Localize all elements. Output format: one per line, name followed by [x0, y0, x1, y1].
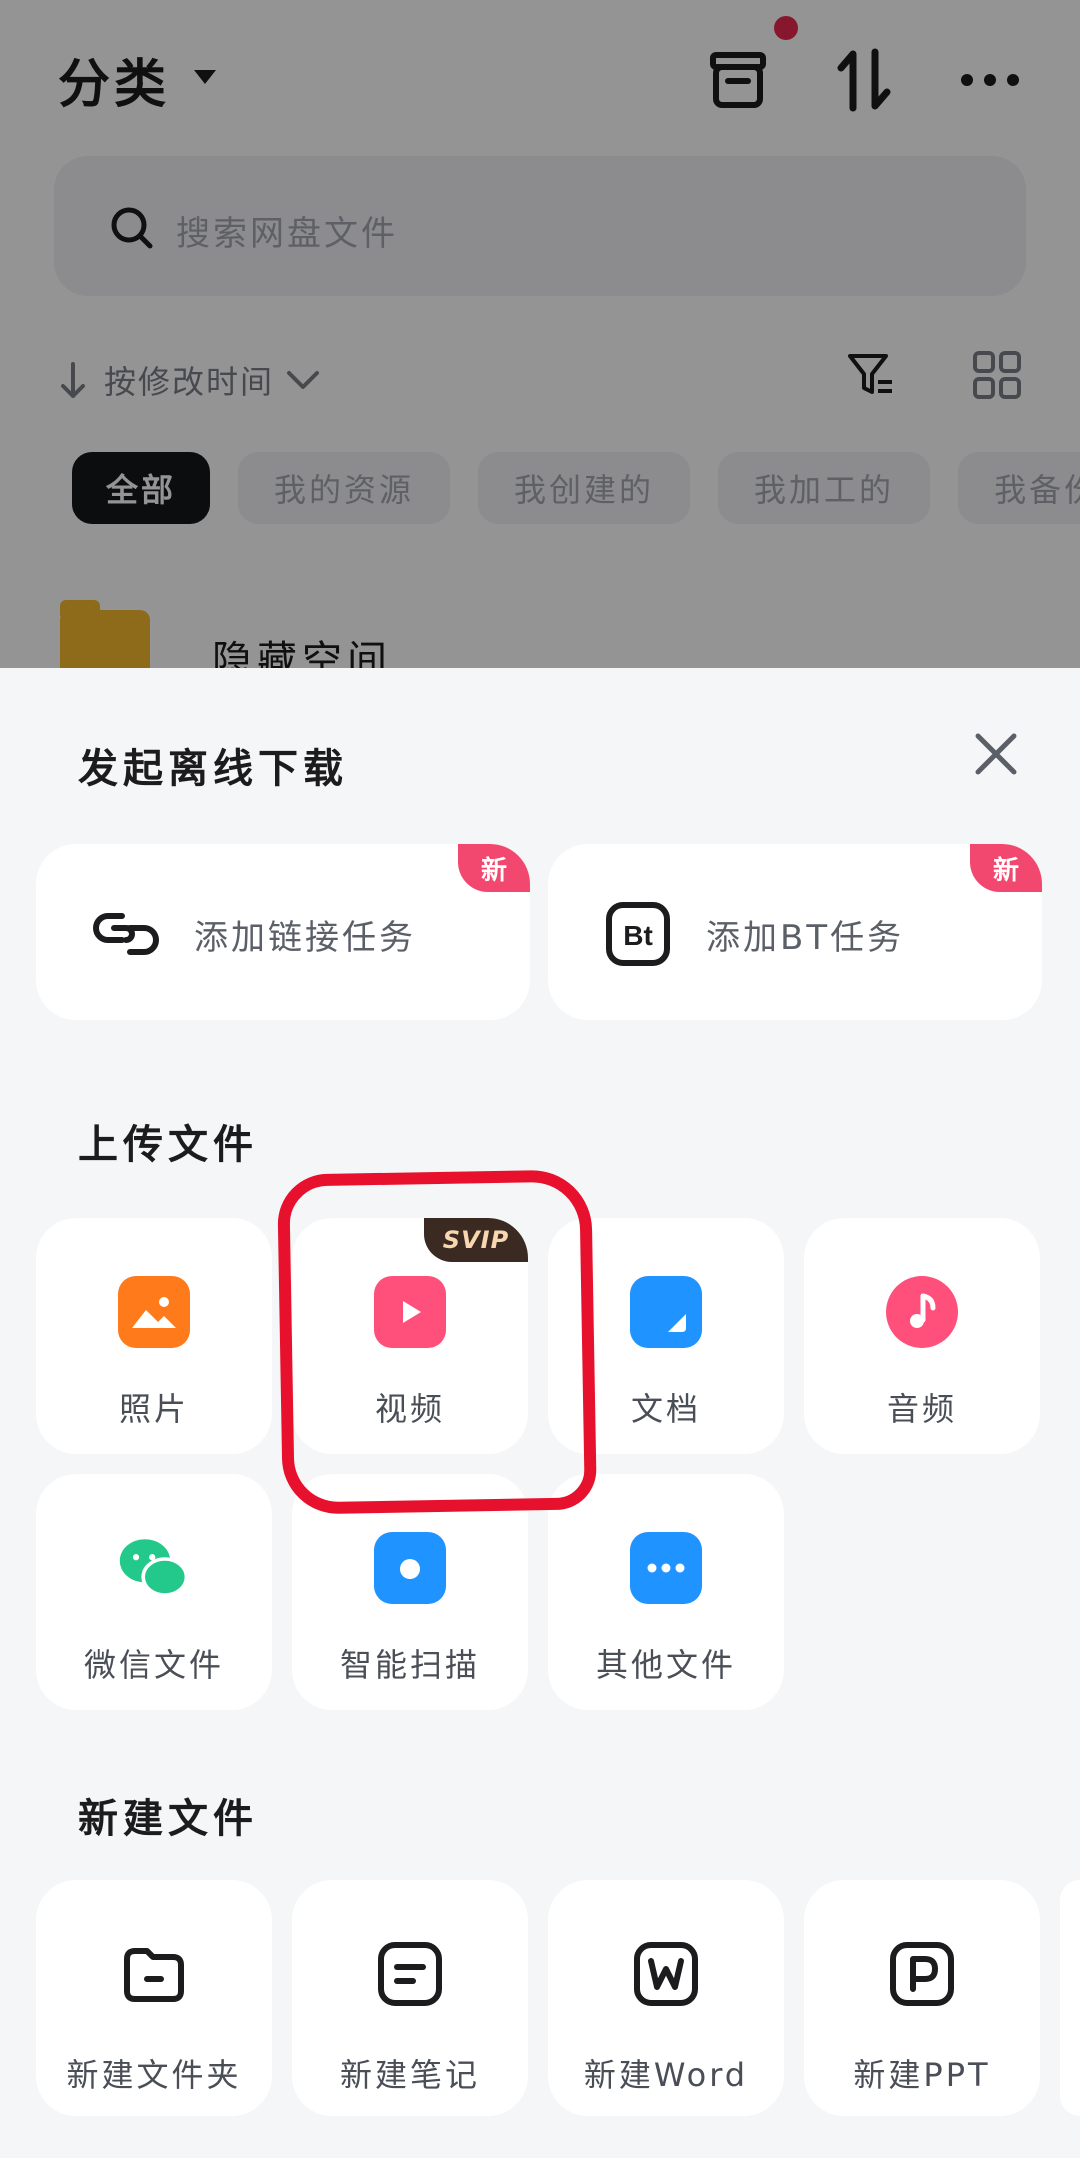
new-word-button[interactable]: 新建Word — [548, 1880, 784, 2116]
new-folder-icon — [118, 1938, 190, 2010]
task-label: 添加BT任务 — [706, 918, 905, 958]
task-label: 添加链接任务 — [194, 918, 416, 958]
tile-label: 新建笔记 — [339, 2056, 480, 2094]
more-files-icon — [630, 1532, 702, 1604]
svg-text:Bt: Bt — [623, 920, 653, 951]
tile-label: 音频 — [886, 1390, 957, 1428]
word-icon — [630, 1938, 702, 2010]
sheet-title: 发起离线下载 — [78, 746, 348, 792]
tile-label: 微信文件 — [83, 1646, 224, 1684]
svip-badge: SVIP — [424, 1218, 528, 1262]
wechat-icon — [118, 1532, 190, 1604]
document-icon — [630, 1276, 702, 1348]
tile-label: 照片 — [118, 1390, 189, 1428]
tile-label: 视频 — [374, 1390, 445, 1428]
tile-label: 新建文件夹 — [66, 2056, 242, 2094]
new-badge: 新 — [458, 844, 530, 892]
upload-document-button[interactable]: 文档 — [548, 1218, 784, 1454]
new-badge: 新 — [970, 844, 1042, 892]
new-ppt-button[interactable]: 新建PPT — [804, 1880, 1040, 2116]
action-sheet: 发起离线下载 添加链接任务 新 Bt 添加BT任务 新 上传文件 照片 视频 S… — [0, 668, 1080, 2158]
new-note-icon — [374, 1938, 446, 2010]
upload-section-title: 上传文件 — [78, 1122, 258, 1168]
tile-label: 智能扫描 — [339, 1646, 480, 1684]
upload-photo-button[interactable]: 照片 — [36, 1218, 272, 1454]
camera-icon — [374, 1532, 446, 1604]
video-icon — [374, 1276, 446, 1348]
upload-video-button[interactable]: 视频 SVIP — [292, 1218, 528, 1454]
close-icon[interactable] — [970, 728, 1022, 780]
tile-label: 新建PPT — [853, 2056, 991, 2094]
add-bt-task-button[interactable]: Bt 添加BT任务 新 — [548, 844, 1042, 1020]
smart-scan-button[interactable]: 智能扫描 — [292, 1474, 528, 1710]
create-section-title: 新建文件 — [78, 1796, 258, 1842]
upload-wechat-file-button[interactable]: 微信文件 — [36, 1474, 272, 1710]
tile-label: 其他文件 — [595, 1646, 736, 1684]
new-folder-button[interactable]: 新建文件夹 — [36, 1880, 272, 2116]
tile-label: 新建Word — [583, 2056, 749, 2094]
photo-icon — [118, 1276, 190, 1348]
upload-other-files-button[interactable]: 其他文件 — [548, 1474, 784, 1710]
audio-icon — [886, 1276, 958, 1348]
new-note-button[interactable]: 新建笔记 — [292, 1880, 528, 2116]
add-link-task-button[interactable]: 添加链接任务 新 — [36, 844, 530, 1020]
bt-icon: Bt — [604, 900, 672, 968]
link-icon — [92, 900, 160, 968]
modal-overlay[interactable] — [0, 0, 1080, 670]
upload-audio-button[interactable]: 音频 — [804, 1218, 1040, 1454]
partial-next-tile[interactable] — [1060, 1880, 1080, 2116]
ppt-icon — [886, 1938, 958, 2010]
tile-label: 文档 — [630, 1390, 701, 1428]
